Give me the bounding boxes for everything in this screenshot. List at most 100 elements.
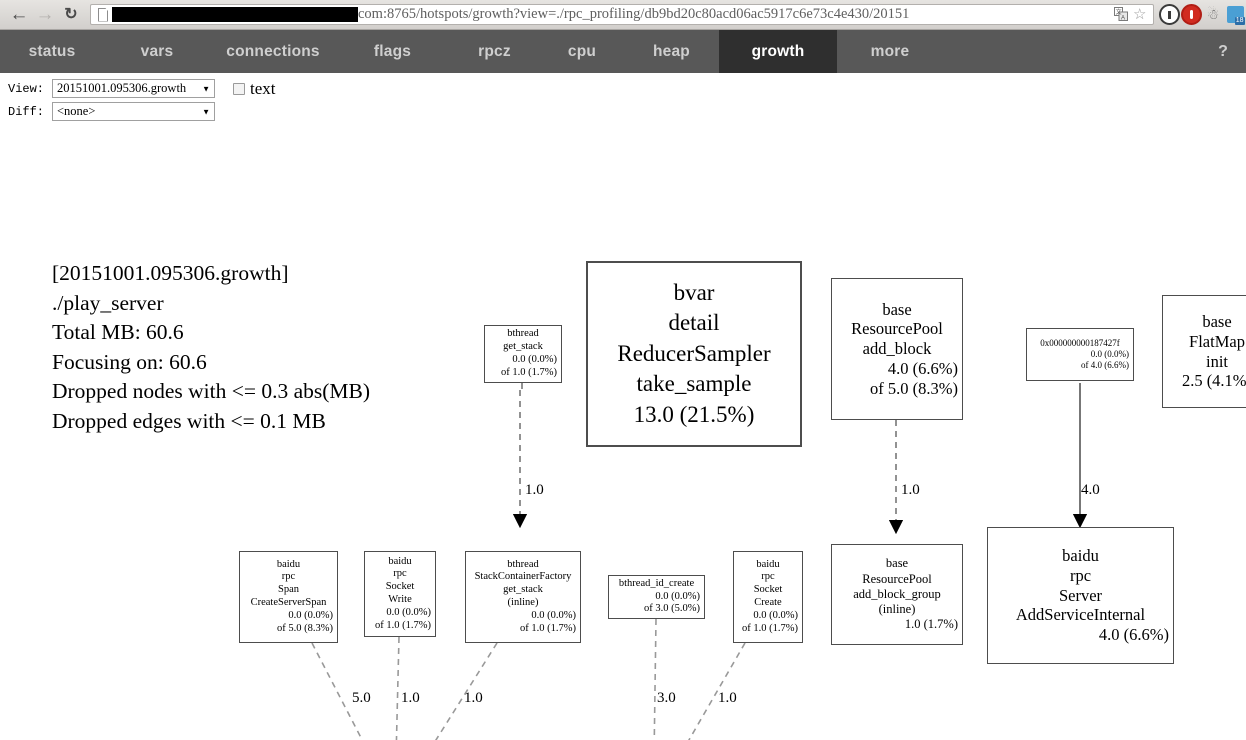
tab-cpu[interactable]: cpu: [540, 30, 624, 73]
node-line: detail: [668, 310, 720, 336]
node-line: add_block: [862, 339, 932, 359]
node-line: (inline): [878, 602, 916, 617]
back-arrow-icon[interactable]: ←: [6, 2, 32, 28]
translate-icon[interactable]: 文A: [1114, 6, 1130, 23]
tab-heap[interactable]: heap: [624, 30, 719, 73]
forward-arrow-icon[interactable]: →: [32, 2, 58, 28]
node-line: of 1.0 (1.7%): [501, 366, 557, 378]
node-line: 1.0 (1.7%): [904, 617, 958, 632]
graph-node-addr-187427f[interactable]: 0x000000000187427f 0.0 (0.0%) of 4.0 (6.…: [1026, 328, 1134, 381]
diff-select-value: <none>: [57, 104, 96, 118]
node-line: base: [882, 299, 912, 319]
growth-graph-canvas: [20151001.095306.growth] ./play_server T…: [0, 125, 1246, 740]
node-line: of 3.0 (5.0%): [644, 603, 700, 615]
diff-label: Diff:: [8, 104, 45, 119]
node-line: Socket: [385, 581, 415, 593]
node-line: ReducerSampler: [617, 340, 771, 366]
node-line: bthread_id_create: [618, 577, 695, 589]
view-select[interactable]: 20151001.095306.growth ▼: [52, 79, 215, 98]
reload-icon[interactable]: ↻: [58, 2, 84, 28]
graph-node-bthread-id-create[interactable]: bthread_id_create 0.0 (0.0%) of 3.0 (5.0…: [608, 575, 705, 619]
summary-line-6: Dropped edges with <= 0.1 MB: [52, 408, 326, 433]
graph-node-base-flatmap-init[interactable]: base FlatMap init 2.5 (4.1%): [1162, 295, 1246, 408]
url-redacted-block: [112, 7, 358, 22]
controls-panel: View: 20151001.095306.growth ▼ text Diff…: [0, 73, 1246, 121]
page-document-icon: [96, 8, 109, 22]
node-line: Write: [388, 594, 412, 605]
tab-rpcz[interactable]: rpcz: [449, 30, 540, 73]
node-line: 0.0 (0.0%): [288, 609, 333, 621]
node-line: 4.0 (6.6%): [887, 358, 958, 378]
node-line: Socket: [753, 584, 783, 596]
node-line: baidu: [388, 555, 412, 567]
red-shield-icon[interactable]: [1180, 3, 1202, 27]
node-line: StackContainerFactory: [474, 571, 572, 583]
node-line: of 5.0 (8.3%): [277, 622, 333, 634]
graph-node-socket-create[interactable]: baidu rpc Socket Create 0.0 (0.0%) of 1.…: [733, 551, 803, 643]
address-bar[interactable]: com:8765/hotspots/growth?view=./rpc_prof…: [90, 4, 1154, 25]
summary-line-5: Dropped nodes with <= 0.3 abs(MB): [52, 379, 371, 403]
graph-node-add-service-internal[interactable]: baidu rpc Server AddServiceInternal 4.0 …: [987, 527, 1174, 664]
diff-select[interactable]: <none> ▼: [52, 102, 215, 121]
view-control-row: View: 20151001.095306.growth ▼ text: [8, 79, 1246, 98]
edge-label-socketcreate-getresource: 1.0: [718, 690, 737, 706]
star-icon[interactable]: ☆: [1133, 7, 1149, 23]
node-line: CreateServerSpan: [250, 597, 327, 608]
graph-node-stack-container-factory[interactable]: bthread StackContainerFactory get_stack …: [465, 551, 581, 643]
node-line: ResourcePool: [862, 571, 932, 586]
edge-label-bthread-stack: 1.0: [525, 482, 544, 498]
text-checkbox[interactable]: [233, 82, 245, 95]
graph-node-add-block-group[interactable]: base ResourcePool add_block_group (inlin…: [831, 544, 963, 645]
edge-label-addblock-group: 1.0: [901, 482, 920, 498]
svg-text:A: A: [1121, 15, 1125, 21]
text-checkbox-wrapper[interactable]: text: [233, 79, 276, 99]
node-line: of 1.0 (1.7%): [742, 622, 798, 634]
node-line: rpc: [393, 568, 407, 580]
tab-status[interactable]: status: [0, 30, 104, 73]
tab-vars[interactable]: vars: [104, 30, 210, 73]
node-line: get_stack: [503, 584, 543, 596]
node-line: 0.0 (0.0%): [386, 606, 431, 618]
adblock-icon[interactable]: [1158, 3, 1180, 27]
graph-node-bthread-get-stack[interactable]: bthread get_stack 0.0 (0.0%) of 1.0 (1.7…: [484, 325, 562, 383]
help-button[interactable]: ?: [1200, 30, 1246, 73]
edge-idcreate-to-getresource: [653, 618, 657, 740]
diff-control-row: Diff: <none> ▼: [8, 102, 1246, 121]
graph-node-bvar-take-sample[interactable]: bvar detail ReducerSampler take_sample 1…: [586, 261, 802, 447]
node-line: base: [1202, 311, 1232, 331]
tab-growth[interactable]: growth: [719, 30, 837, 73]
node-line: ResourcePool: [851, 319, 943, 339]
summary-block: [20151001.095306.growth] ./play_server T…: [52, 259, 370, 436]
node-line: baidu: [756, 558, 780, 570]
node-line: FlatMap: [1189, 331, 1245, 351]
edge-label-idcreate-getresource: 3.0: [657, 690, 676, 706]
evernote-elephant-icon[interactable]: ☃: [1202, 3, 1224, 27]
tab-connections[interactable]: connections: [210, 30, 336, 73]
graph-node-create-server-span[interactable]: baidu rpc Span CreateServerSpan 0.0 (0.0…: [239, 551, 338, 643]
edge-label-span-getobject: 5.0: [352, 690, 371, 706]
tab-more[interactable]: more: [837, 30, 943, 73]
node-line: bthread: [507, 328, 539, 340]
graph-node-socket-write[interactable]: baidu rpc Socket Write 0.0 (0.0%) of 1.0…: [364, 551, 436, 637]
tab-flags[interactable]: flags: [336, 30, 449, 73]
summary-line-3: Total MB: 60.6: [52, 320, 184, 344]
node-line: 0.0 (0.0%): [1090, 348, 1129, 359]
edge-label-stackfactory-getobject: 1.0: [464, 690, 483, 706]
node-line: rpc: [1069, 565, 1092, 585]
node-line: 0x000000000187427f: [1040, 337, 1120, 348]
node-line: get_stack: [503, 341, 543, 353]
edge-label-addr-addservice: 4.0: [1081, 482, 1100, 498]
summary-line-2: ./play_server: [52, 290, 164, 315]
node-line: (inline): [507, 597, 539, 608]
pocket-icon[interactable]: 18: [1224, 3, 1246, 27]
node-line: 4.0 (6.6%): [1098, 625, 1169, 645]
node-line: rpc: [281, 571, 296, 583]
node-line: of 5.0 (8.3%): [870, 378, 958, 398]
text-checkbox-label: text: [250, 78, 276, 98]
node-line: rpc: [761, 571, 775, 583]
node-line: 0.0 (0.0%): [753, 609, 798, 621]
node-line: init: [1205, 351, 1228, 371]
graph-node-base-add-block[interactable]: base ResourcePool add_block 4.0 (6.6%) o…: [831, 278, 963, 420]
node-line: take_sample: [636, 371, 752, 397]
